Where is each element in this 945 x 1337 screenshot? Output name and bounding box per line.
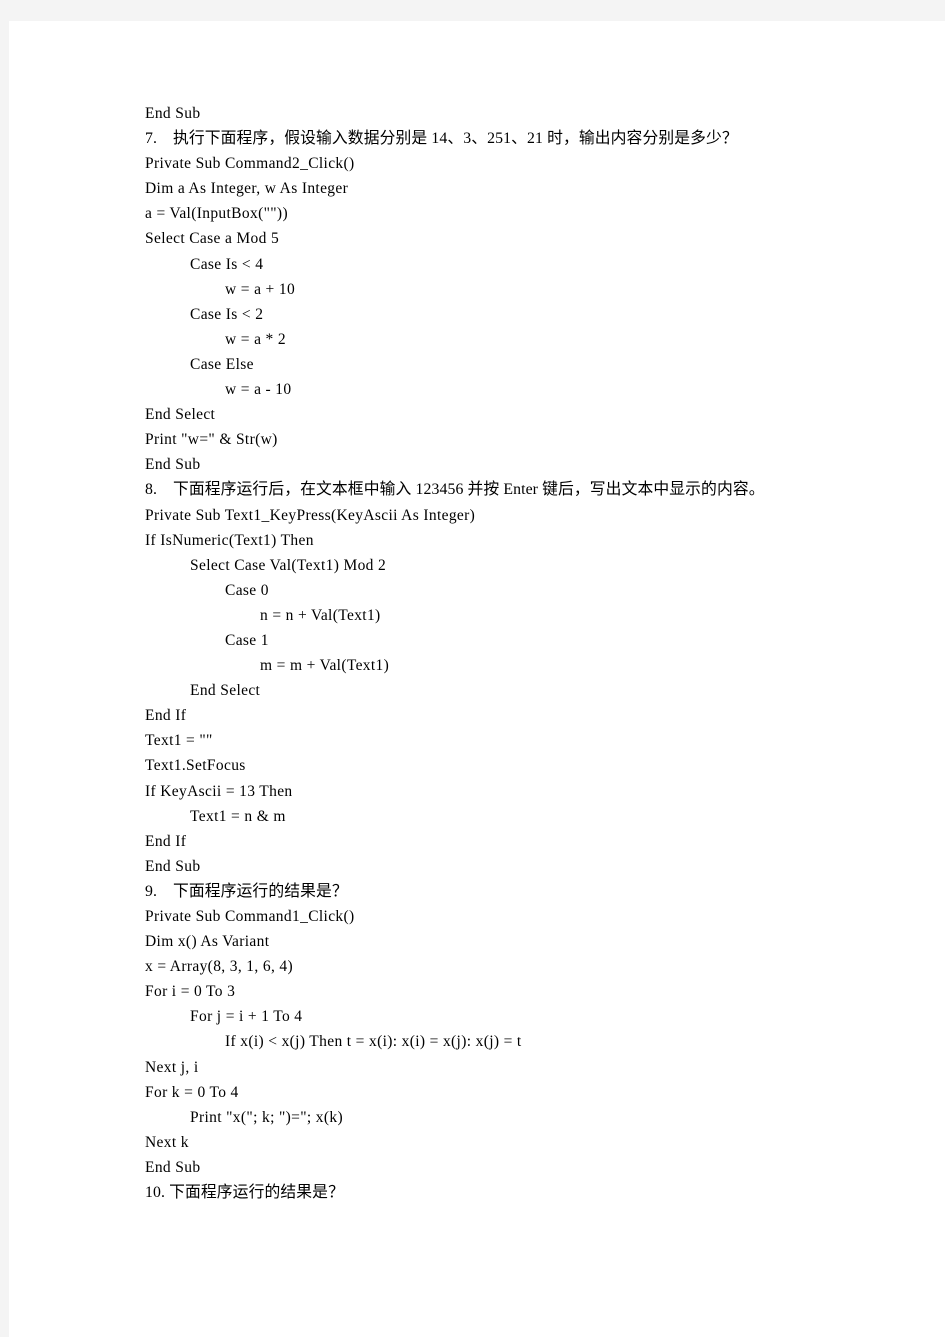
document-line: For k = 0 To 4	[145, 1083, 239, 1101]
document-line: m = m + Val(Text1)	[260, 657, 390, 675]
document-line: n = n + Val(Text1)	[260, 606, 381, 624]
document-line: 8. 下面程序运行后，在文本框中输入 123456 并按 Enter 键后，写出…	[145, 481, 765, 499]
document-line: Private Sub Command2_Click()	[145, 155, 355, 173]
document-line: Dim x() As Variant	[145, 933, 270, 951]
document-line: If KeyAscii = 13 Then	[145, 782, 293, 800]
document-line: Text1.SetFocus	[145, 757, 246, 775]
document-line: Next k	[145, 1133, 189, 1151]
document-line: a = Val(InputBox(""))	[145, 205, 288, 223]
document-line: Print "x("; k; ")="; x(k)	[190, 1108, 344, 1126]
document-line: Next j, i	[145, 1058, 199, 1076]
document-line: x = Array(8, 3, 1, 6, 4)	[145, 958, 294, 976]
document-line: End Select	[145, 406, 216, 424]
document-line: Case 1	[225, 631, 269, 649]
document-line: w = a * 2	[225, 330, 286, 348]
document-line: w = a + 10	[225, 280, 296, 298]
document-line: End Sub	[145, 456, 201, 474]
document-line: 9. 下面程序运行的结果是？	[145, 882, 348, 900]
document-line: End If	[145, 707, 187, 725]
document-line: End Select	[190, 682, 261, 700]
document-line: Print "w=" & Str(w)	[145, 431, 278, 449]
document-page: End Sub 7. 执行下面程序，假设输入数据分别是 14、3、251、21 时…	[9, 21, 945, 1337]
document-line: Case Is < 2	[190, 305, 264, 323]
document-line: For j = i + 1 To 4	[190, 1008, 303, 1026]
document-text-body: End Sub 7. 执行下面程序，假设输入数据分别是 14、3、251、21 时…	[145, 101, 885, 1205]
document-line: Select Case a Mod 5	[145, 230, 280, 248]
document-line: Private Sub Command1_Click()	[145, 908, 355, 925]
document-line: End Sub	[145, 105, 201, 122]
document-line: Case 0	[225, 581, 269, 599]
document-line: End If	[145, 832, 187, 850]
document-line: Text1 = ""	[145, 732, 213, 750]
document-line: Private Sub Text1_KeyPress(KeyAscii As I…	[145, 506, 476, 524]
document-line: Text1 = n & m	[190, 807, 286, 825]
document-line: If IsNumeric(Text1) Then	[145, 531, 314, 549]
document-line: Case Else	[190, 355, 254, 373]
document-line: End Sub	[145, 1158, 201, 1176]
document-line: If x(i) < x(j) Then t = x(i): x(i) = x(j…	[225, 1033, 522, 1051]
document-line: Select Case Val(Text1) Mod 2	[190, 556, 387, 574]
document-line: Dim a As Integer, w As Integer	[145, 180, 349, 198]
document-line: 7. 执行下面程序，假设输入数据分别是 14、3、251、21 时，输出内容分别…	[145, 130, 738, 148]
document-line: End Sub	[145, 857, 201, 875]
document-line: 10. 下面程序运行的结果是？	[145, 1184, 344, 1202]
document-line: For i = 0 To 3	[145, 983, 236, 1001]
document-line: w = a - 10	[225, 381, 292, 399]
document-line: Case Is < 4	[190, 255, 264, 273]
